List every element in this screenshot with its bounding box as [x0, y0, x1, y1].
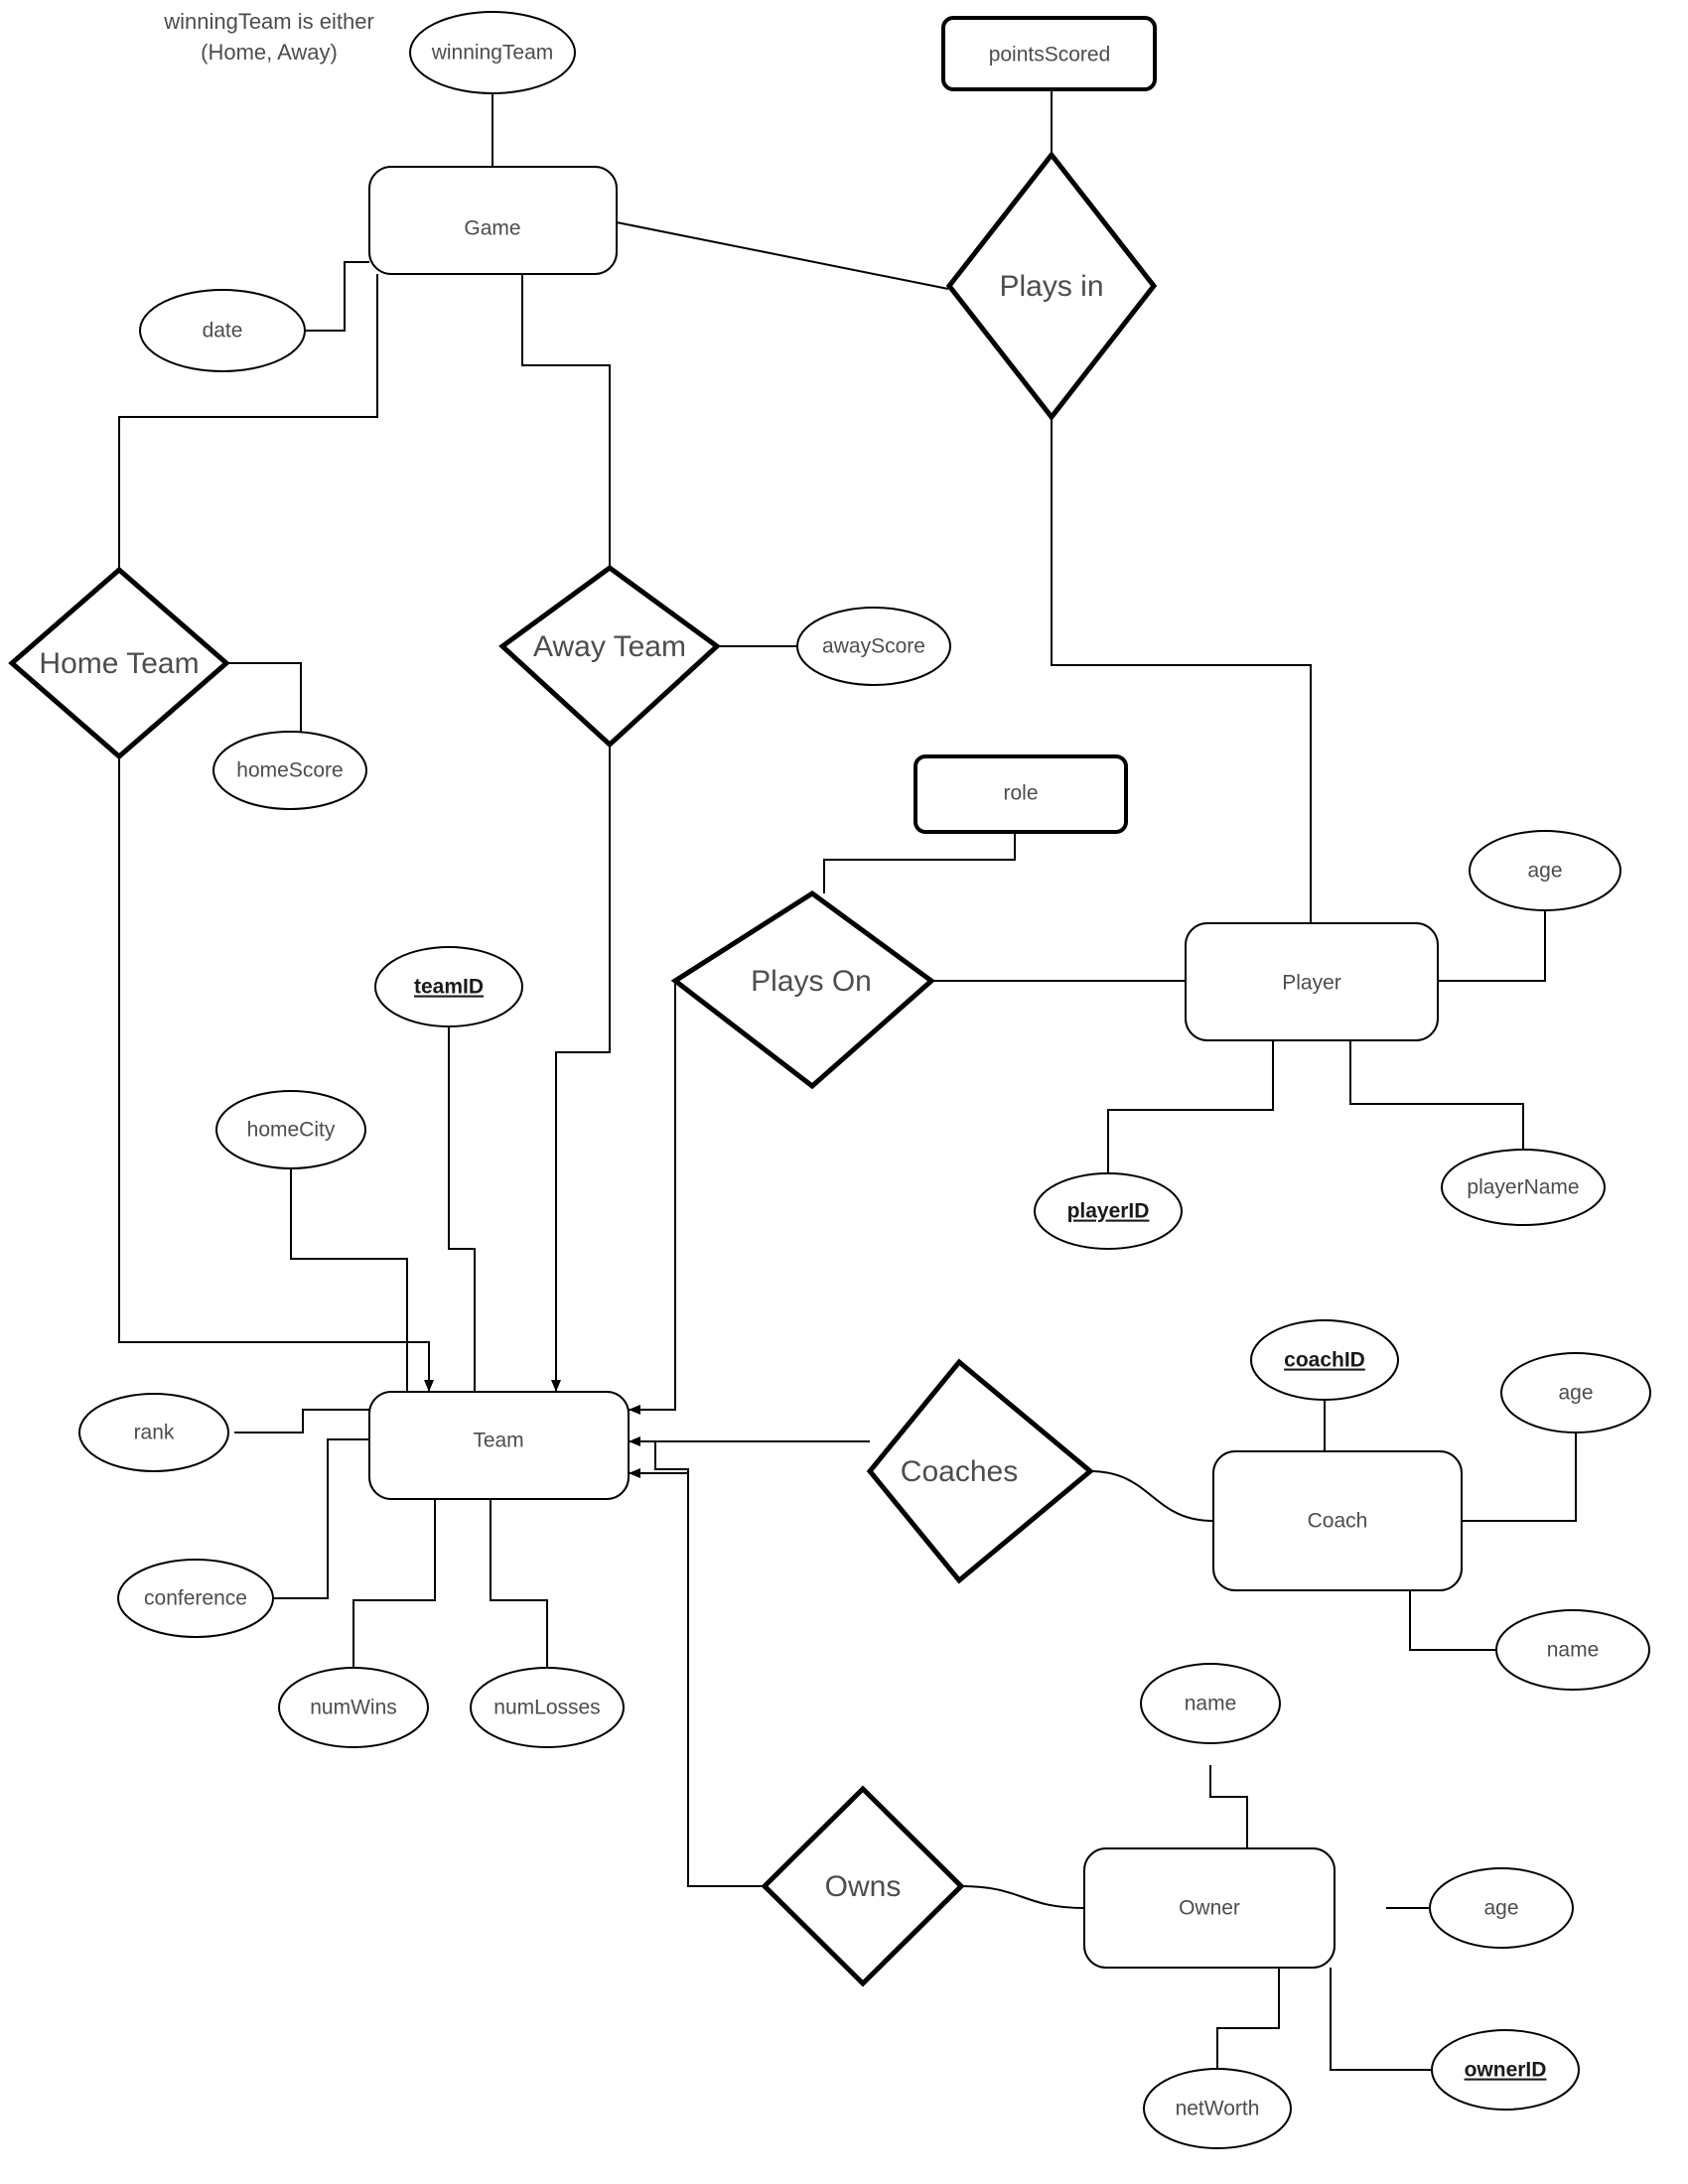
- edge-playson-role: [823, 832, 1016, 893]
- edge-layer: [118, 89, 1577, 2071]
- edge-player-playerid: [1107, 1040, 1274, 1183]
- edge-owner-networth: [1216, 1968, 1280, 2069]
- note-line-2: (Home, Away): [201, 40, 338, 65]
- attribute-label: awayScore: [822, 635, 925, 658]
- edge-team-conference: [266, 1438, 369, 1599]
- entity-label: Player: [1282, 972, 1341, 995]
- attribute-label: numLosses: [493, 1697, 600, 1719]
- edge-coach-name: [1409, 1590, 1495, 1651]
- attribute-label: homeScore: [236, 759, 343, 782]
- attribute-label: name: [1185, 1693, 1237, 1715]
- attribute-label: ownerID: [1465, 2059, 1547, 2082]
- attribute-coach-name[interactable]: name: [1495, 1609, 1650, 1691]
- attribute-coachid[interactable]: coachID: [1250, 1319, 1399, 1401]
- relationship-plays-on[interactable]: Plays On: [670, 889, 935, 1090]
- attribute-owner-name[interactable]: name: [1140, 1663, 1281, 1744]
- attribute-label: numWins: [310, 1697, 397, 1719]
- edge-playson-team: [629, 981, 676, 1415]
- edge-hometeam-homescore: [226, 662, 302, 735]
- relationship-away-team[interactable]: Away Team: [498, 564, 721, 749]
- attribute-rank[interactable]: rank: [78, 1393, 229, 1472]
- attribute-label: teamID: [414, 976, 484, 999]
- er-diagram: winningTeam is either (Home, Away) winni…: [8, 9, 1651, 2149]
- attribute-date[interactable]: date: [139, 289, 306, 372]
- entity-owner[interactable]: Owner: [1083, 1847, 1336, 1969]
- attribute-label: coachID: [1284, 1349, 1365, 1372]
- attribute-label: conference: [144, 1587, 247, 1610]
- attribute-awayscore[interactable]: awayScore: [796, 607, 951, 686]
- attribute-numwins[interactable]: numWins: [278, 1667, 429, 1748]
- attribute-label: winningTeam: [431, 42, 554, 65]
- attribute-label: date: [203, 320, 243, 342]
- attribute-homecity[interactable]: homeCity: [215, 1090, 366, 1169]
- relationship-attribute-label: role: [1003, 782, 1038, 805]
- edge-team-numwins: [352, 1481, 436, 1668]
- attribute-teamid[interactable]: teamID: [374, 946, 523, 1027]
- attribute-label: playerID: [1067, 1200, 1150, 1223]
- relationship-attribute-label: pointsScored: [989, 44, 1111, 67]
- attribute-label: name: [1547, 1639, 1600, 1662]
- edge-game-awayteam: [521, 274, 611, 568]
- edge-player-playername: [1349, 1040, 1524, 1160]
- attribute-networth[interactable]: netWorth: [1143, 2068, 1292, 2149]
- edge-awayteam-team: [551, 745, 611, 1392]
- relationship-owns[interactable]: Owns: [761, 1785, 965, 1987]
- note-line-1: winningTeam is either: [163, 9, 374, 34]
- entity-team[interactable]: Team: [368, 1391, 630, 1500]
- edge-team-owns: [654, 1441, 765, 1887]
- relationship-coaches[interactable]: Coaches: [866, 1358, 1094, 1584]
- edge-team-teamid: [448, 1015, 476, 1392]
- entity-coach[interactable]: Coach: [1212, 1450, 1463, 1591]
- attribute-label: playerName: [1467, 1176, 1579, 1199]
- edge-team-homecity: [290, 1159, 408, 1392]
- entity-label: Coach: [1308, 1510, 1368, 1533]
- attribute-numlosses[interactable]: numLosses: [470, 1667, 625, 1748]
- relationship-plays-in[interactable]: Plays in: [945, 150, 1158, 422]
- attribute-playername[interactable]: playerName: [1441, 1149, 1606, 1226]
- edge-team-numlosses: [490, 1481, 548, 1668]
- edge-coaches-coach: [1089, 1470, 1214, 1522]
- entity-player[interactable]: Player: [1185, 922, 1439, 1041]
- edge-game-playsin: [616, 221, 949, 290]
- attribute-label: netWorth: [1176, 2098, 1260, 2120]
- relationship-attribute-role[interactable]: role: [914, 754, 1128, 834]
- attribute-label: age: [1483, 1897, 1518, 1920]
- attribute-label: age: [1527, 860, 1562, 883]
- relationship-label: Plays in: [999, 270, 1103, 303]
- attribute-playerid[interactable]: playerID: [1034, 1172, 1183, 1250]
- relationship-label: Owns: [825, 1870, 902, 1903]
- edge-hometeam-team: [118, 756, 434, 1392]
- note-winningteam: winningTeam is either (Home, Away): [163, 9, 374, 65]
- edge-playsin-player: [1051, 417, 1312, 923]
- entity-label: Team: [473, 1430, 523, 1452]
- relationship-label: Coaches: [901, 1455, 1018, 1488]
- entity-label: Owner: [1179, 1897, 1240, 1920]
- relationship-attribute-pointsscored[interactable]: pointsScored: [941, 16, 1157, 91]
- entity-label: Game: [464, 217, 520, 240]
- edge-owner-name: [1209, 1765, 1248, 1848]
- attribute-label: homeCity: [247, 1119, 336, 1142]
- edge-game-date: [305, 261, 369, 332]
- relationship-home-team[interactable]: Home Team: [8, 566, 230, 760]
- attribute-ownerid[interactable]: ownerID: [1431, 2029, 1580, 2111]
- attribute-winningteam[interactable]: winningTeam: [409, 11, 576, 94]
- attribute-label: age: [1558, 1382, 1593, 1405]
- attribute-homescore[interactable]: homeScore: [212, 731, 367, 810]
- attribute-label: rank: [134, 1422, 175, 1444]
- edge-team-rank: [234, 1409, 369, 1433]
- attribute-coach-age[interactable]: age: [1500, 1352, 1651, 1433]
- attribute-player-age[interactable]: age: [1469, 830, 1621, 911]
- attribute-conference[interactable]: conference: [117, 1559, 274, 1638]
- attribute-owner-age[interactable]: age: [1429, 1867, 1574, 1949]
- edge-coach-age: [1462, 1432, 1577, 1522]
- relationship-label: Away Team: [533, 630, 686, 663]
- er-diagram-canvas: winningTeam is either (Home, Away) winni…: [0, 0, 1688, 2184]
- entity-game[interactable]: Game: [368, 166, 618, 275]
- relationship-label: Plays On: [751, 965, 872, 998]
- edge-owns-owner: [960, 1885, 1085, 1909]
- edge-owner-ownerid: [1330, 1968, 1432, 2071]
- relationship-label: Home Team: [39, 647, 199, 680]
